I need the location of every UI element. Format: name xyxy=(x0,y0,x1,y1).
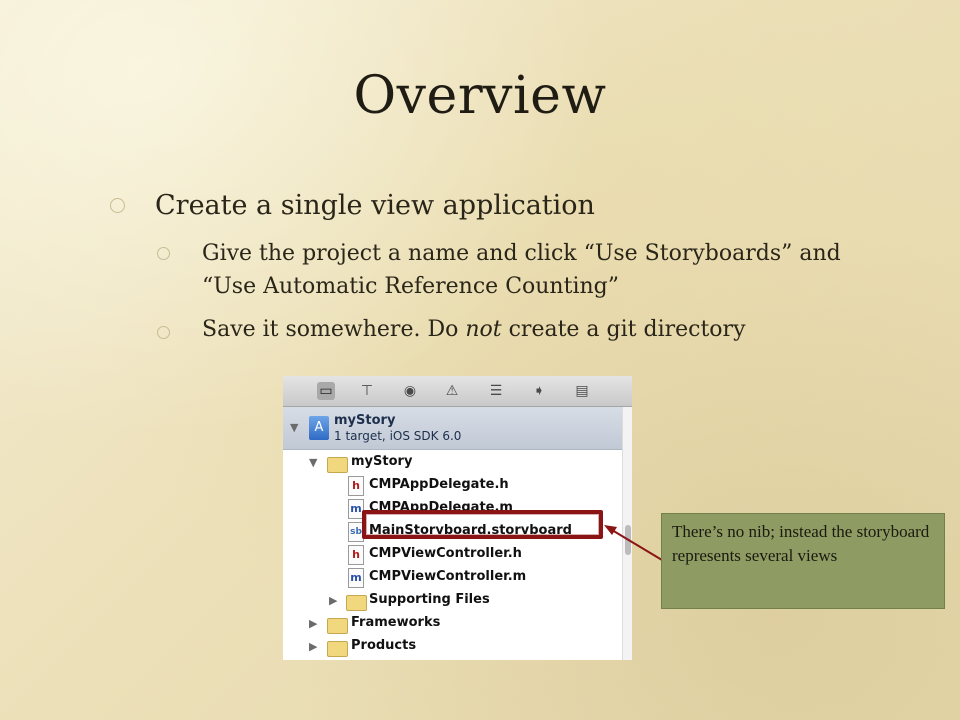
folder-icon xyxy=(327,641,348,657)
project-subtitle: 1 target, iOS SDK 6.0 xyxy=(334,429,462,443)
implementation-file-icon: m xyxy=(348,568,364,588)
storyboard-highlight-box xyxy=(362,510,603,539)
bullet-save: Save it somewhere. Do not create a git d… xyxy=(202,317,746,342)
disclosure-closed-icon[interactable]: ▶ xyxy=(329,594,337,607)
tree-item-label: Frameworks xyxy=(351,615,441,630)
header-file-icon: h xyxy=(348,545,364,565)
disclosure-closed-icon[interactable]: ▶ xyxy=(309,640,317,653)
project-name: myStory xyxy=(334,413,396,428)
disclosure-open-icon[interactable]: ▼ xyxy=(309,456,317,469)
tree-item-label: CMPViewController.h xyxy=(369,546,522,561)
bullet-save-post: create a git directory xyxy=(501,317,746,342)
bullet-name-project: Give the project a name and click “Use S… xyxy=(202,241,841,299)
bullet-ring-icon xyxy=(157,326,170,339)
folder-icon xyxy=(346,595,367,611)
callout-note: There’s no nib; instead the storyboard r… xyxy=(661,513,945,609)
disclosure-closed-icon[interactable]: ▶ xyxy=(309,617,317,630)
tree-item-products[interactable]: ▶ Products xyxy=(283,636,621,658)
bullet-save-emphasis: not xyxy=(465,317,502,342)
tree-item-supporting-files[interactable]: ▶ Supporting Files xyxy=(283,590,621,612)
hierarchy-icon[interactable]: ⊤ xyxy=(358,382,376,400)
list-icon[interactable]: ☰ xyxy=(487,382,505,400)
tree-item-label: CMPAppDelegate.h xyxy=(369,477,509,492)
tree-item-label: Products xyxy=(351,638,417,653)
scrollbar-thumb[interactable] xyxy=(625,525,631,555)
folder-icon xyxy=(327,457,348,473)
tree-item-label: Supporting Files xyxy=(369,592,490,607)
tree-item-label: myStory xyxy=(351,454,413,469)
slide-title: Overview xyxy=(353,66,607,126)
warning-icon[interactable]: ⚠ xyxy=(443,382,461,400)
tree-item-mystory-folder[interactable]: ▼ myStory xyxy=(283,452,621,474)
navigator-scrollbar[interactable] xyxy=(622,407,632,660)
bullet-ring-icon xyxy=(110,198,125,213)
project-row[interactable]: ▼ A myStory 1 target, iOS SDK 6.0 xyxy=(283,407,632,450)
navigator-toolbar: ▭ ⊤ ◉ ⚠ ☰ ➧ ▤ xyxy=(283,376,632,407)
folder-icon[interactable]: ▭ xyxy=(317,382,335,400)
tree-item-label: CMPViewController.m xyxy=(369,569,527,584)
tree-item-file[interactable]: h CMPAppDelegate.h xyxy=(283,475,621,497)
search-icon[interactable]: ◉ xyxy=(401,382,419,400)
xcode-project-icon: A xyxy=(309,416,329,440)
tree-item-file[interactable]: h CMPViewController.h xyxy=(283,544,621,566)
breakpoint-icon[interactable]: ➧ xyxy=(530,382,548,400)
disclosure-open-icon[interactable]: ▼ xyxy=(290,421,298,434)
folder-icon xyxy=(327,618,348,634)
bullet-save-pre: Save it somewhere. Do xyxy=(202,317,466,342)
tree-item-file[interactable]: m CMPViewController.m xyxy=(283,567,621,589)
tree-item-frameworks[interactable]: ▶ Frameworks xyxy=(283,613,621,635)
log-icon[interactable]: ▤ xyxy=(573,382,591,400)
bullet-create-app: Create a single view application xyxy=(155,190,595,221)
header-file-icon: h xyxy=(348,476,364,496)
bullet-ring-icon xyxy=(157,247,170,260)
